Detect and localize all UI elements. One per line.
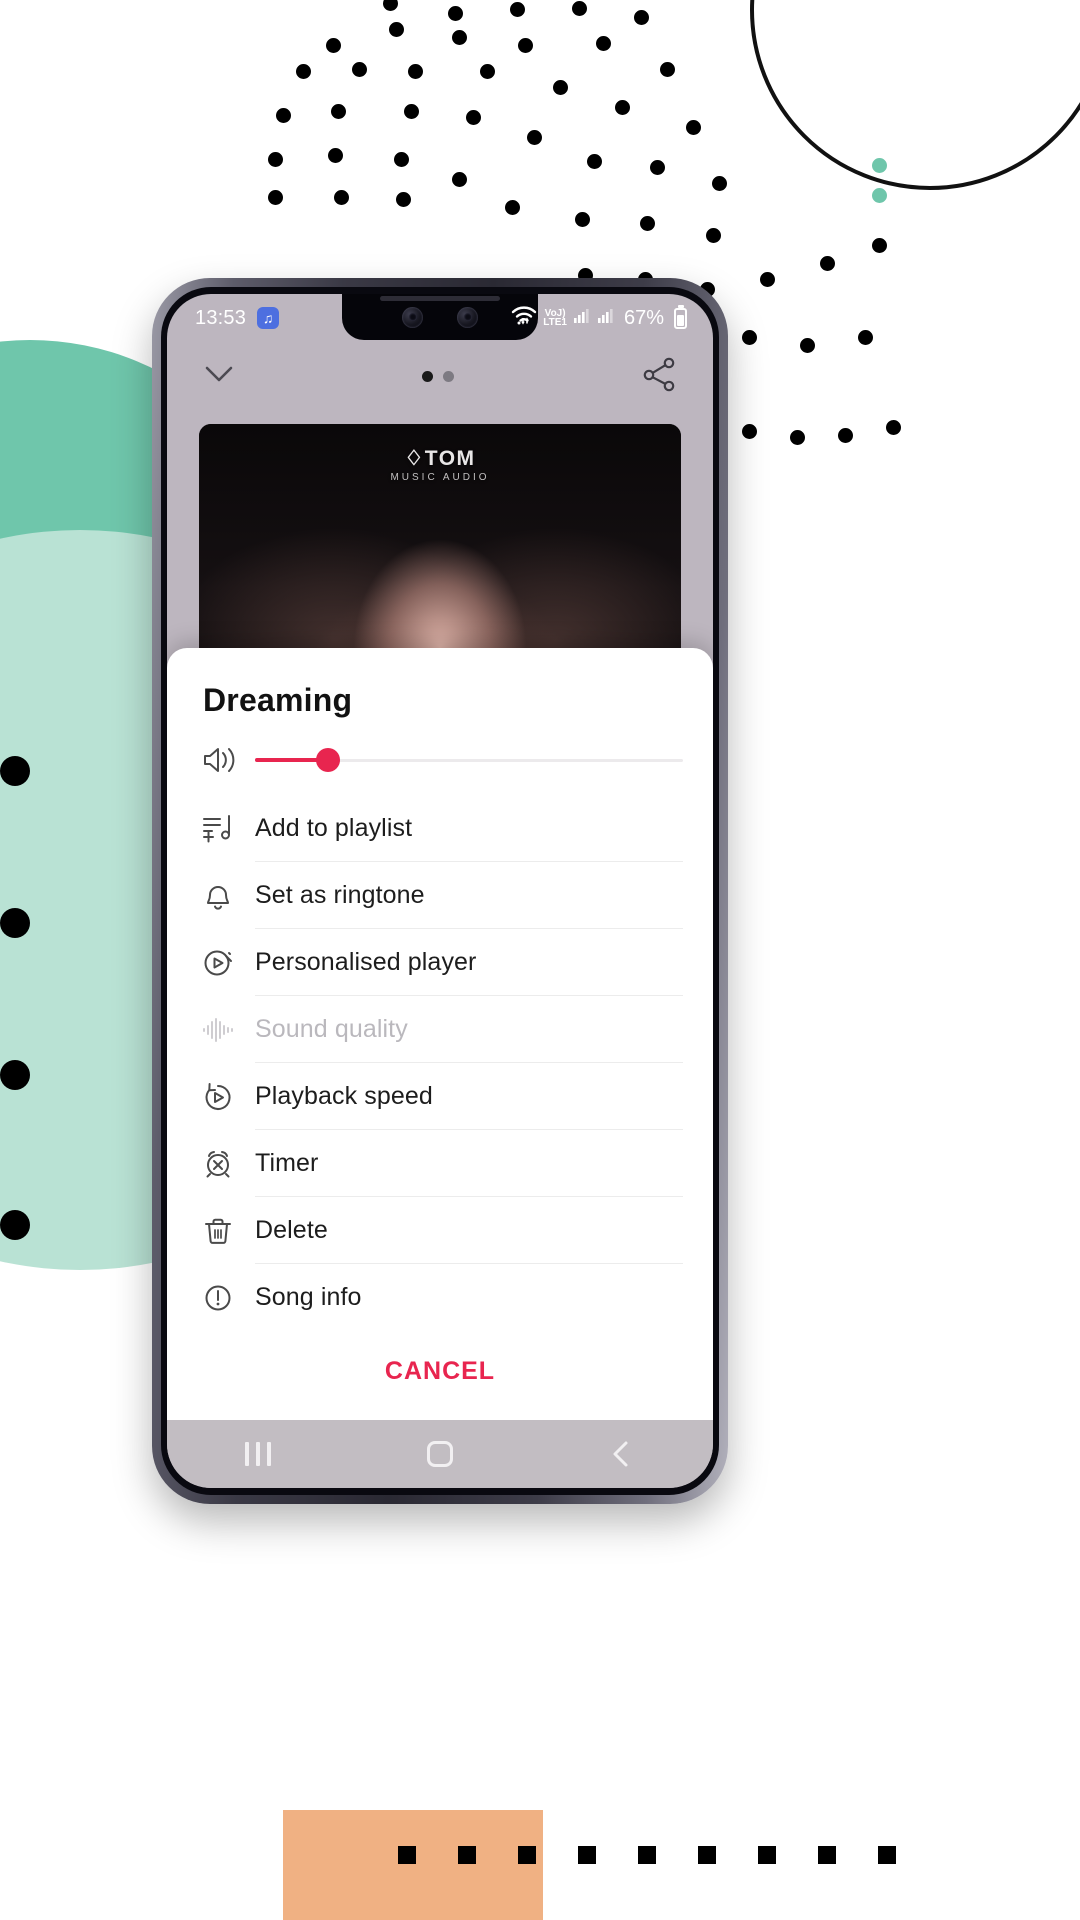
system-navigation-bar xyxy=(167,1420,713,1488)
menu-item-label: Delete xyxy=(255,1216,328,1244)
phone-mockup: 13:53 ♫ VoJ) LTE1 67% ♢TOM MUSIC AUDIO D… xyxy=(152,278,728,1504)
recents-icon[interactable] xyxy=(213,1432,303,1476)
speaker-volume-icon xyxy=(201,743,251,777)
signal-bars-secondary-icon xyxy=(597,306,615,330)
menu-item-label: Set as ringtone xyxy=(255,881,425,909)
phone-bezel: 13:53 ♫ VoJ) LTE1 67% ♢TOM MUSIC AUDIO D… xyxy=(161,287,719,1495)
phone-screen: 13:53 ♫ VoJ) LTE1 67% ♢TOM MUSIC AUDIO D… xyxy=(167,294,713,1488)
waveform-icon xyxy=(201,1013,251,1047)
music-note-icon: ♫ xyxy=(257,307,280,329)
play-circle-wand-icon xyxy=(201,946,251,980)
volume-slider[interactable] xyxy=(255,747,683,773)
menu-item-label: Playback speed xyxy=(255,1082,433,1110)
earpiece-speaker xyxy=(380,296,500,301)
playlist-add-icon xyxy=(201,812,251,846)
status-bar: 13:53 ♫ VoJ) LTE1 67% xyxy=(167,294,713,342)
back-chevron-icon[interactable] xyxy=(577,1432,667,1476)
menu-item-song-info[interactable]: Song info xyxy=(201,1264,683,1331)
volume-thumb[interactable] xyxy=(315,748,340,772)
menu-item-label: Timer xyxy=(255,1149,319,1177)
speed-play-icon xyxy=(201,1080,251,1114)
cancel-button[interactable]: CANCEL xyxy=(385,1357,495,1386)
water-drop-icon: ♢ xyxy=(404,447,425,470)
player-header xyxy=(167,342,713,410)
bell-icon xyxy=(201,879,251,913)
page-dot-1[interactable] xyxy=(422,370,433,382)
status-time: 13:53 xyxy=(195,306,247,329)
decor-line-arc xyxy=(750,0,1080,190)
alarm-off-icon xyxy=(201,1147,251,1181)
decor-peach-bar xyxy=(283,1810,543,1920)
status-bar-left: 13:53 ♫ xyxy=(195,306,280,330)
menu-item-timer[interactable]: Timer xyxy=(201,1130,683,1197)
album-watermark: ♢TOM MUSIC AUDIO xyxy=(390,447,490,483)
page-indicator xyxy=(422,370,454,382)
trash-icon xyxy=(201,1214,251,1248)
options-bottom-sheet: Dreaming Add to playlist Set as ringtone… xyxy=(167,648,713,1420)
status-bar-right: VoJ) LTE1 67% xyxy=(511,305,687,331)
menu-item-sound-quality: Sound quality xyxy=(201,996,683,1063)
page-dot-2[interactable] xyxy=(443,370,454,382)
menu-item-label: Sound quality xyxy=(255,1015,408,1043)
menu-item-personalised-player[interactable]: Personalised player xyxy=(201,929,683,996)
wifi-icon xyxy=(511,305,537,331)
menu-item-delete[interactable]: Delete xyxy=(201,1197,683,1264)
menu-item-label: Add to playlist xyxy=(255,814,413,842)
chevron-down-icon[interactable] xyxy=(201,361,237,392)
menu-item-set-as-ringtone[interactable]: Set as ringtone xyxy=(201,862,683,929)
share-nodes-icon[interactable] xyxy=(639,354,679,399)
sheet-title: Dreaming xyxy=(203,682,353,718)
signal-bars-icon xyxy=(573,306,591,330)
home-square-icon[interactable] xyxy=(395,1432,485,1476)
menu-item-add-to-playlist[interactable]: Add to playlist xyxy=(201,795,683,862)
options-menu: Add to playlist Set as ringtone Personal… xyxy=(167,795,713,1331)
volume-row xyxy=(167,719,713,795)
menu-item-playback-speed[interactable]: Playback speed xyxy=(201,1063,683,1130)
menu-item-label: Personalised player xyxy=(255,948,477,976)
battery-icon xyxy=(674,307,687,329)
volte-indicator: VoJ) LTE1 xyxy=(543,307,567,328)
info-circle-icon xyxy=(201,1281,251,1315)
battery-percent: 67% xyxy=(623,306,664,329)
menu-item-label: Song info xyxy=(255,1283,362,1311)
cancel-row: CANCEL xyxy=(167,1331,713,1420)
